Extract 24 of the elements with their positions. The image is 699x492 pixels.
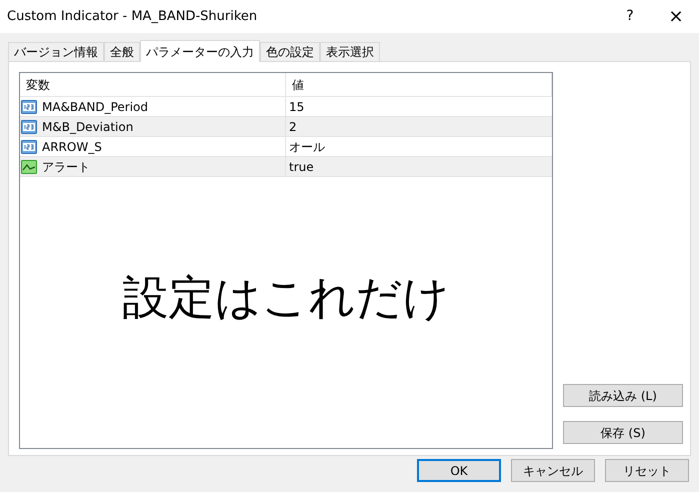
parameter-name: M&B_Deviation [42, 118, 134, 136]
dialog-button[interactable]: OK [417, 459, 501, 482]
side-button[interactable]: 保存 (S) [563, 421, 683, 444]
parameter-value: オール [288, 138, 325, 156]
close-button[interactable]: × [653, 0, 699, 33]
parameter-value: true [288, 158, 314, 176]
parameter-name: アラート [42, 158, 90, 176]
overlay-caption: 設定はこれだけ [122, 269, 450, 326]
tab[interactable]: バージョン情報 [8, 42, 104, 61]
column-header: 変数 [20, 73, 286, 96]
dialog-button[interactable]: リセット [605, 459, 689, 482]
window-title: Custom Indicator - MA_BAND-Shuriken [7, 8, 258, 26]
tab[interactable]: パラメーターの入力 [140, 40, 260, 62]
parameter-name: MA&BAND_Period [42, 98, 148, 116]
side-button[interactable]: 読み込み (L) [563, 384, 683, 407]
dialog-button[interactable]: キャンセル [511, 459, 595, 482]
help-button[interactable]: ? [607, 0, 653, 33]
tab[interactable]: 全般 [104, 42, 140, 61]
tab[interactable]: 色の設定 [260, 42, 320, 61]
column-header: 値 [286, 73, 552, 96]
parameter-value: 15 [288, 98, 304, 116]
parameter-name: ARROW_S [42, 138, 102, 156]
parameter-value: 2 [288, 118, 297, 136]
tab[interactable]: 表示選択 [320, 42, 380, 61]
